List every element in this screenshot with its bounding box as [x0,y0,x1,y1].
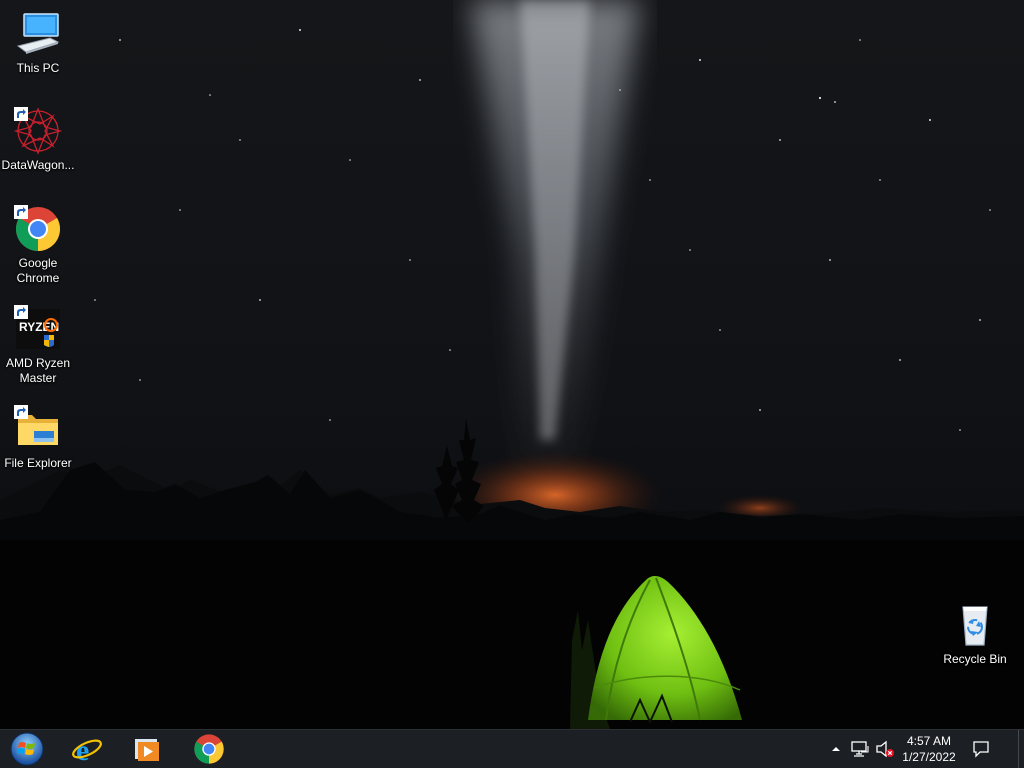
clock-date: 1/27/2022 [902,750,956,764]
taskbar: e 4:57 AM 1/27/2022 [0,729,1024,768]
svg-text:e: e [76,734,89,765]
desktop-wallpaper[interactable] [0,0,1024,729]
shortcut-arrow-icon [14,405,28,419]
taskbar-clock[interactable]: 4:57 AM 1/27/2022 [896,730,962,768]
action-center-button[interactable] [968,730,994,768]
volume-muted-icon [876,740,894,758]
tray-volume-button[interactable] [874,730,896,768]
taskbar-pin-google-chrome[interactable] [181,730,237,768]
desktop-icon-recycle-bin[interactable]: Recycle Bin [937,601,1013,667]
desktop-icon-google-chrome[interactable]: Google Chrome [0,205,76,286]
taskbar-pin-internet-explorer[interactable]: e [59,730,115,768]
media-player-icon [135,739,159,761]
shortcut-arrow-icon [14,107,28,121]
network-icon [851,741,869,757]
desktop-icon-label: File Explorer [4,456,72,470]
desktop-icon-label: DataWagon... [1,158,75,172]
internet-explorer-icon: e [72,734,102,765]
ryzen-master-icon: RYZEN [14,305,62,353]
windows-orb-icon [10,732,44,766]
show-desktop-button[interactable] [1018,730,1024,768]
folder-icon [14,405,62,453]
desktop-icon-datawagon[interactable]: DataWagon... [0,107,76,173]
computer-icon [14,10,62,58]
shortcut-arrow-icon [14,305,28,319]
chrome-icon [194,734,224,764]
tray-overflow-button[interactable] [828,730,844,768]
desktop-icon-amd-ryzen-master[interactable]: RYZEN AMD Ryzen Master [0,305,76,386]
desktop-icon-label: Google Chrome [16,256,60,285]
start-button[interactable] [0,730,54,768]
desktop-icon-label: Recycle Bin [943,652,1007,666]
shortcut-arrow-icon [14,205,28,219]
tray-network-button[interactable] [848,730,872,768]
datawagon-logo-icon [14,107,62,155]
desktop-icon-this-pc[interactable]: This PC [0,10,76,76]
desktop-icon-file-explorer[interactable]: File Explorer [0,405,76,471]
svg-text:RYZEN: RYZEN [19,320,59,334]
recycle-bin-icon [951,601,999,649]
chevron-up-icon [832,747,840,751]
taskbar-pin-media-player[interactable] [119,730,175,768]
desktop-icon-label: This PC [16,61,60,75]
desktop-icon-label: AMD Ryzen Master [5,356,70,385]
action-center-icon [973,741,989,758]
chrome-icon [14,205,62,253]
clock-time: 4:57 AM [906,734,952,748]
wallpaper-image [0,0,1024,729]
